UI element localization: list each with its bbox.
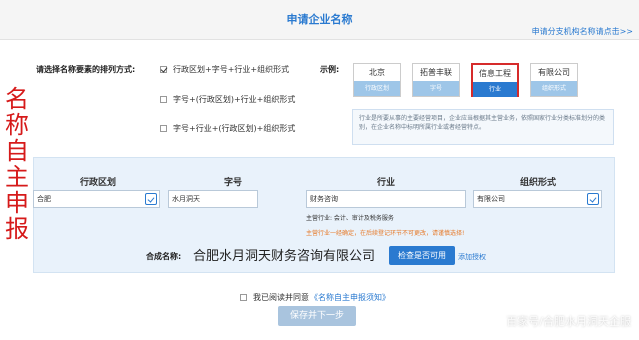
agreement-link[interactable]: 《名称自主申报须知》	[310, 292, 390, 303]
order-option-1[interactable]: 行政区划+字号+行业+组织形式	[160, 64, 289, 75]
branch-apply-link[interactable]: 申请分支机构名称请点击>>	[532, 26, 633, 37]
example-trade-name: 拓普丰联 字号	[412, 63, 460, 97]
example-tag: 字号	[413, 81, 459, 96]
side-annotation: 名 称 自 主 申 报	[2, 86, 32, 242]
example-value: 信息工程	[479, 69, 511, 78]
side-char: 报	[5, 215, 29, 243]
order-option-label: 字号+(行政区划)+行业+组织形式	[173, 95, 296, 104]
order-label: 请选择名称要素的排列方式:	[36, 65, 136, 74]
page-title: 申请企业名称	[286, 13, 353, 26]
page: 申请企业名称 申请分支机构名称请点击>> 名 称 自 主 申 报 请选择名称要素…	[0, 0, 639, 340]
example-industry: 信息工程 行业	[471, 63, 519, 97]
column-header-region: 行政区划	[79, 178, 116, 188]
trade-name-value: 水月洞天	[172, 195, 200, 203]
example-value: 北京	[369, 68, 385, 77]
checkbox-icon[interactable]	[160, 96, 167, 103]
column-header-industry: 行业	[376, 178, 395, 188]
check-availability-button[interactable]: 检查是否可用	[389, 246, 455, 265]
edit-icon[interactable]	[587, 193, 599, 205]
example-label: 示例:	[320, 65, 340, 74]
example-tag: 行业	[473, 82, 517, 97]
industry-value: 财务咨询	[310, 195, 338, 203]
side-char: 自	[5, 137, 29, 165]
checkbox-checked-icon[interactable]	[160, 66, 167, 73]
order-option-label: 行政区划+字号+行业+组织形式	[173, 65, 290, 74]
org-form-field[interactable]: 有限公司	[473, 190, 602, 208]
order-option-2[interactable]: 字号+(行政区划)+行业+组织形式	[160, 94, 295, 105]
agreement[interactable]: 我已阅读并同意 《名称自主申报须知》	[240, 292, 390, 303]
example-org-form: 有限公司 组织形式	[530, 63, 578, 97]
trade-name-field[interactable]: 水月洞天	[168, 190, 258, 208]
org-form-value: 有限公司	[477, 195, 505, 203]
side-char: 主	[5, 163, 29, 191]
header: 申请企业名称 申请分支机构名称请点击>>	[0, 0, 639, 40]
edit-icon[interactable]	[145, 193, 157, 205]
save-next-button[interactable]: 保存并下一步	[278, 306, 356, 326]
example-tag: 行政区划	[354, 81, 400, 96]
side-char: 名	[5, 85, 29, 113]
agree-text: 我已阅读并同意	[253, 293, 309, 302]
column-header-org-form: 组织形式	[519, 178, 556, 188]
example-tag: 组织形式	[531, 81, 577, 96]
combined-name-label: 合成名称:	[146, 252, 182, 261]
industry-field[interactable]: 财务咨询	[306, 190, 466, 208]
add-authorization-link[interactable]: 添加授权	[458, 252, 486, 262]
example-description: 行业是所要从事的主要经营项目，企业应当根据其主营业务，依照国家行业分类标准划分的…	[352, 109, 614, 145]
industry-main-text: 主营行业: 会计、审计及税务服务	[306, 215, 394, 222]
checkbox-icon[interactable]	[240, 294, 247, 301]
example-value: 拓普丰联	[420, 68, 452, 77]
industry-warning: 主营行业一经确定，在后续登记环节不可更改，请谨慎选择!	[306, 230, 465, 237]
column-header-trade-name: 字号	[223, 178, 242, 188]
combined-name-value: 合肥水月洞天财务咨询有限公司	[193, 249, 376, 264]
example-region: 北京 行政区划	[353, 63, 401, 97]
checkbox-icon[interactable]	[160, 125, 167, 132]
example-value: 有限公司	[538, 68, 570, 77]
watermark: 百家号/合肥水月洞天企服	[506, 315, 631, 328]
order-option-label: 字号+行业+(行政区划)+组织形式	[173, 124, 296, 133]
region-field[interactable]: 合肥	[33, 190, 160, 208]
order-option-3[interactable]: 字号+行业+(行政区划)+组织形式	[160, 123, 295, 134]
region-value: 合肥	[37, 195, 51, 203]
side-char: 称	[5, 111, 29, 139]
side-char: 申	[5, 189, 29, 217]
